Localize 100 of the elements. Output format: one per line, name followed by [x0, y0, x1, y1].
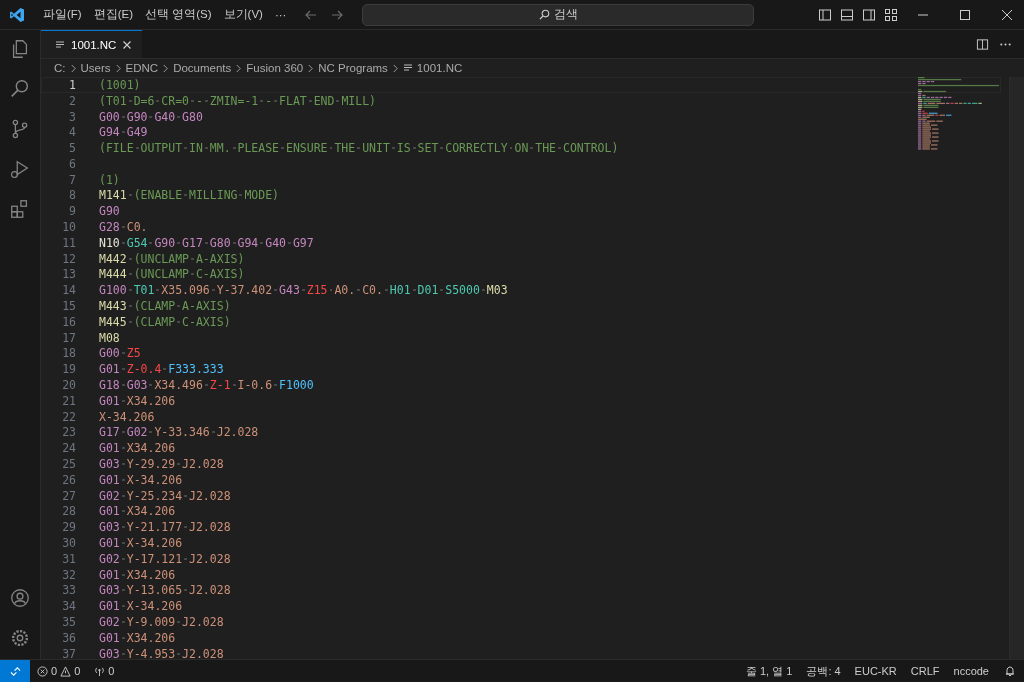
menu-item[interactable]: 편집(E) — [87, 7, 140, 22]
line-number: 32 — [61, 567, 77, 582]
code-token: X-34.206 — [126, 536, 183, 550]
code-token: Z15 — [306, 283, 328, 298]
code-token: F333.333 — [168, 362, 224, 377]
code-token: X34.206 — [126, 504, 176, 519]
encoding[interactable]: EUC-KR — [847, 665, 904, 677]
line-number: 34 — [61, 599, 77, 614]
remote-button[interactable] — [0, 660, 30, 682]
indentation[interactable]: 공백: 4 — [799, 663, 848, 679]
code-token: J2.028 — [189, 583, 231, 598]
settings-icon[interactable] — [9, 627, 31, 649]
code-token: Z-1 — [209, 378, 231, 393]
code-token: G03 — [99, 646, 120, 661]
chevron-icon — [162, 63, 170, 73]
line-number: 24 — [61, 441, 77, 456]
code-token: G28 — [99, 220, 120, 235]
code-token: (T01 D=6 CR=0 - ZMIN=-1 - FLAT END MILL) — [99, 93, 376, 108]
chevron-icon — [235, 63, 243, 73]
code-token: G03 — [99, 583, 120, 598]
code-token: G03 — [99, 520, 120, 535]
code-token: (ENABLE MILLING MODE) — [133, 188, 280, 203]
menu-item[interactable]: 선택 영역(S) — [139, 7, 218, 22]
code-token: G00 — [99, 109, 120, 124]
layout-icon[interactable] — [884, 7, 898, 22]
breadcrumb-item[interactable]: Fusion 360 — [246, 62, 304, 74]
code-token: X34.206 — [126, 393, 176, 408]
line-number: 21 — [61, 393, 77, 408]
code-token: Y-29.29 — [126, 457, 176, 472]
code-token: G01 — [99, 472, 120, 487]
close-icon[interactable] — [1001, 8, 1013, 21]
code-token: Y-25.234 — [126, 488, 183, 503]
line-ending[interactable]: CRLF — [903, 665, 947, 677]
line-number: 25 — [61, 457, 77, 472]
code-token: F1000 — [279, 378, 314, 393]
code-token: G02 — [99, 551, 120, 566]
code-token: G01 — [99, 504, 120, 519]
run-debug-icon[interactable] — [9, 158, 31, 180]
breadcrumb-item[interactable]: EDNC — [125, 62, 159, 74]
line-number: 3 — [68, 109, 77, 124]
line-number: 35 — [61, 615, 77, 629]
editor-tab[interactable]: 1001.NC — [41, 30, 143, 58]
language-mode[interactable]: nccode — [946, 665, 996, 677]
line-number: 11 — [61, 235, 77, 250]
line-number: 6 — [68, 156, 77, 171]
notifications-icon[interactable] — [1004, 665, 1016, 677]
code-token: G40 — [154, 109, 176, 124]
code-token: Y-37.402 — [216, 283, 273, 298]
breadcrumb-item[interactable]: Documents — [173, 62, 232, 74]
breadcrumb-item[interactable]: 1001.NC — [416, 62, 463, 74]
close-icon[interactable] — [122, 39, 133, 50]
ports-button[interactable]: 0 — [87, 665, 122, 677]
code-token: J2.028 — [182, 615, 224, 629]
line-number: 26 — [61, 472, 77, 487]
cursor-position[interactable]: 줄 1, 열 1 — [738, 663, 800, 679]
code-token: X35.096 — [161, 283, 210, 298]
split-editor-icon[interactable] — [976, 37, 989, 51]
maximize-icon[interactable] — [959, 8, 971, 21]
code-token: G49 — [126, 125, 148, 140]
code-token: J2.028 — [189, 488, 231, 503]
breadcrumb-item[interactable]: C: — [54, 62, 66, 74]
code-token: J2.028 — [189, 551, 231, 566]
remote-icon — [9, 665, 21, 677]
code-token: X-34.206 — [126, 599, 183, 614]
code-token: G94 — [237, 235, 259, 250]
menu-item[interactable]: ··· — [268, 8, 293, 21]
code-token: T01 — [133, 283, 155, 298]
code-token: M141 — [99, 188, 127, 203]
chevron-icon — [307, 63, 315, 73]
code-token: (UNCLAMP A-AXIS) — [133, 251, 245, 266]
code-token: S5000 — [445, 283, 480, 298]
toggle-secondary-sidebar-icon[interactable] — [862, 7, 876, 22]
line-number: 14 — [61, 283, 77, 298]
code-token: (CLAMP A-AXIS) — [133, 299, 231, 314]
toggle-sidebar-icon[interactable] — [818, 7, 832, 22]
line-number: 9 — [68, 204, 77, 219]
breadcrumb-item[interactable]: NC Programs — [318, 62, 388, 74]
menu-item[interactable]: 파일(F) — [37, 7, 88, 22]
line-number: 30 — [61, 536, 77, 550]
code-token: J2.028 — [189, 520, 231, 535]
code-token: G01 — [99, 567, 120, 582]
line-number: 15 — [61, 299, 77, 314]
code-token: G40 — [265, 235, 286, 250]
code-token: G17 — [182, 235, 203, 250]
code-token: X34.496 — [154, 378, 203, 393]
code-token: G90 — [99, 204, 120, 219]
menu-item[interactable]: 보기(V) — [217, 7, 269, 22]
account-icon[interactable] — [9, 587, 31, 609]
code-token: G01 — [99, 362, 120, 377]
search-field[interactable]: 검색 — [362, 3, 755, 26]
search-icon[interactable] — [9, 78, 31, 100]
code-token: H01 — [389, 283, 411, 298]
breadcrumb-item[interactable]: Users — [80, 62, 111, 74]
code-token: A0. — [334, 283, 356, 298]
code-token: Y-9.009 — [126, 615, 176, 629]
toggle-panel-icon[interactable] — [840, 7, 854, 22]
line-number: 8 — [68, 188, 77, 203]
line-number: 5 — [68, 141, 77, 156]
line-number: 23 — [61, 425, 77, 440]
problems-button[interactable]: 0 0 — [30, 665, 88, 677]
